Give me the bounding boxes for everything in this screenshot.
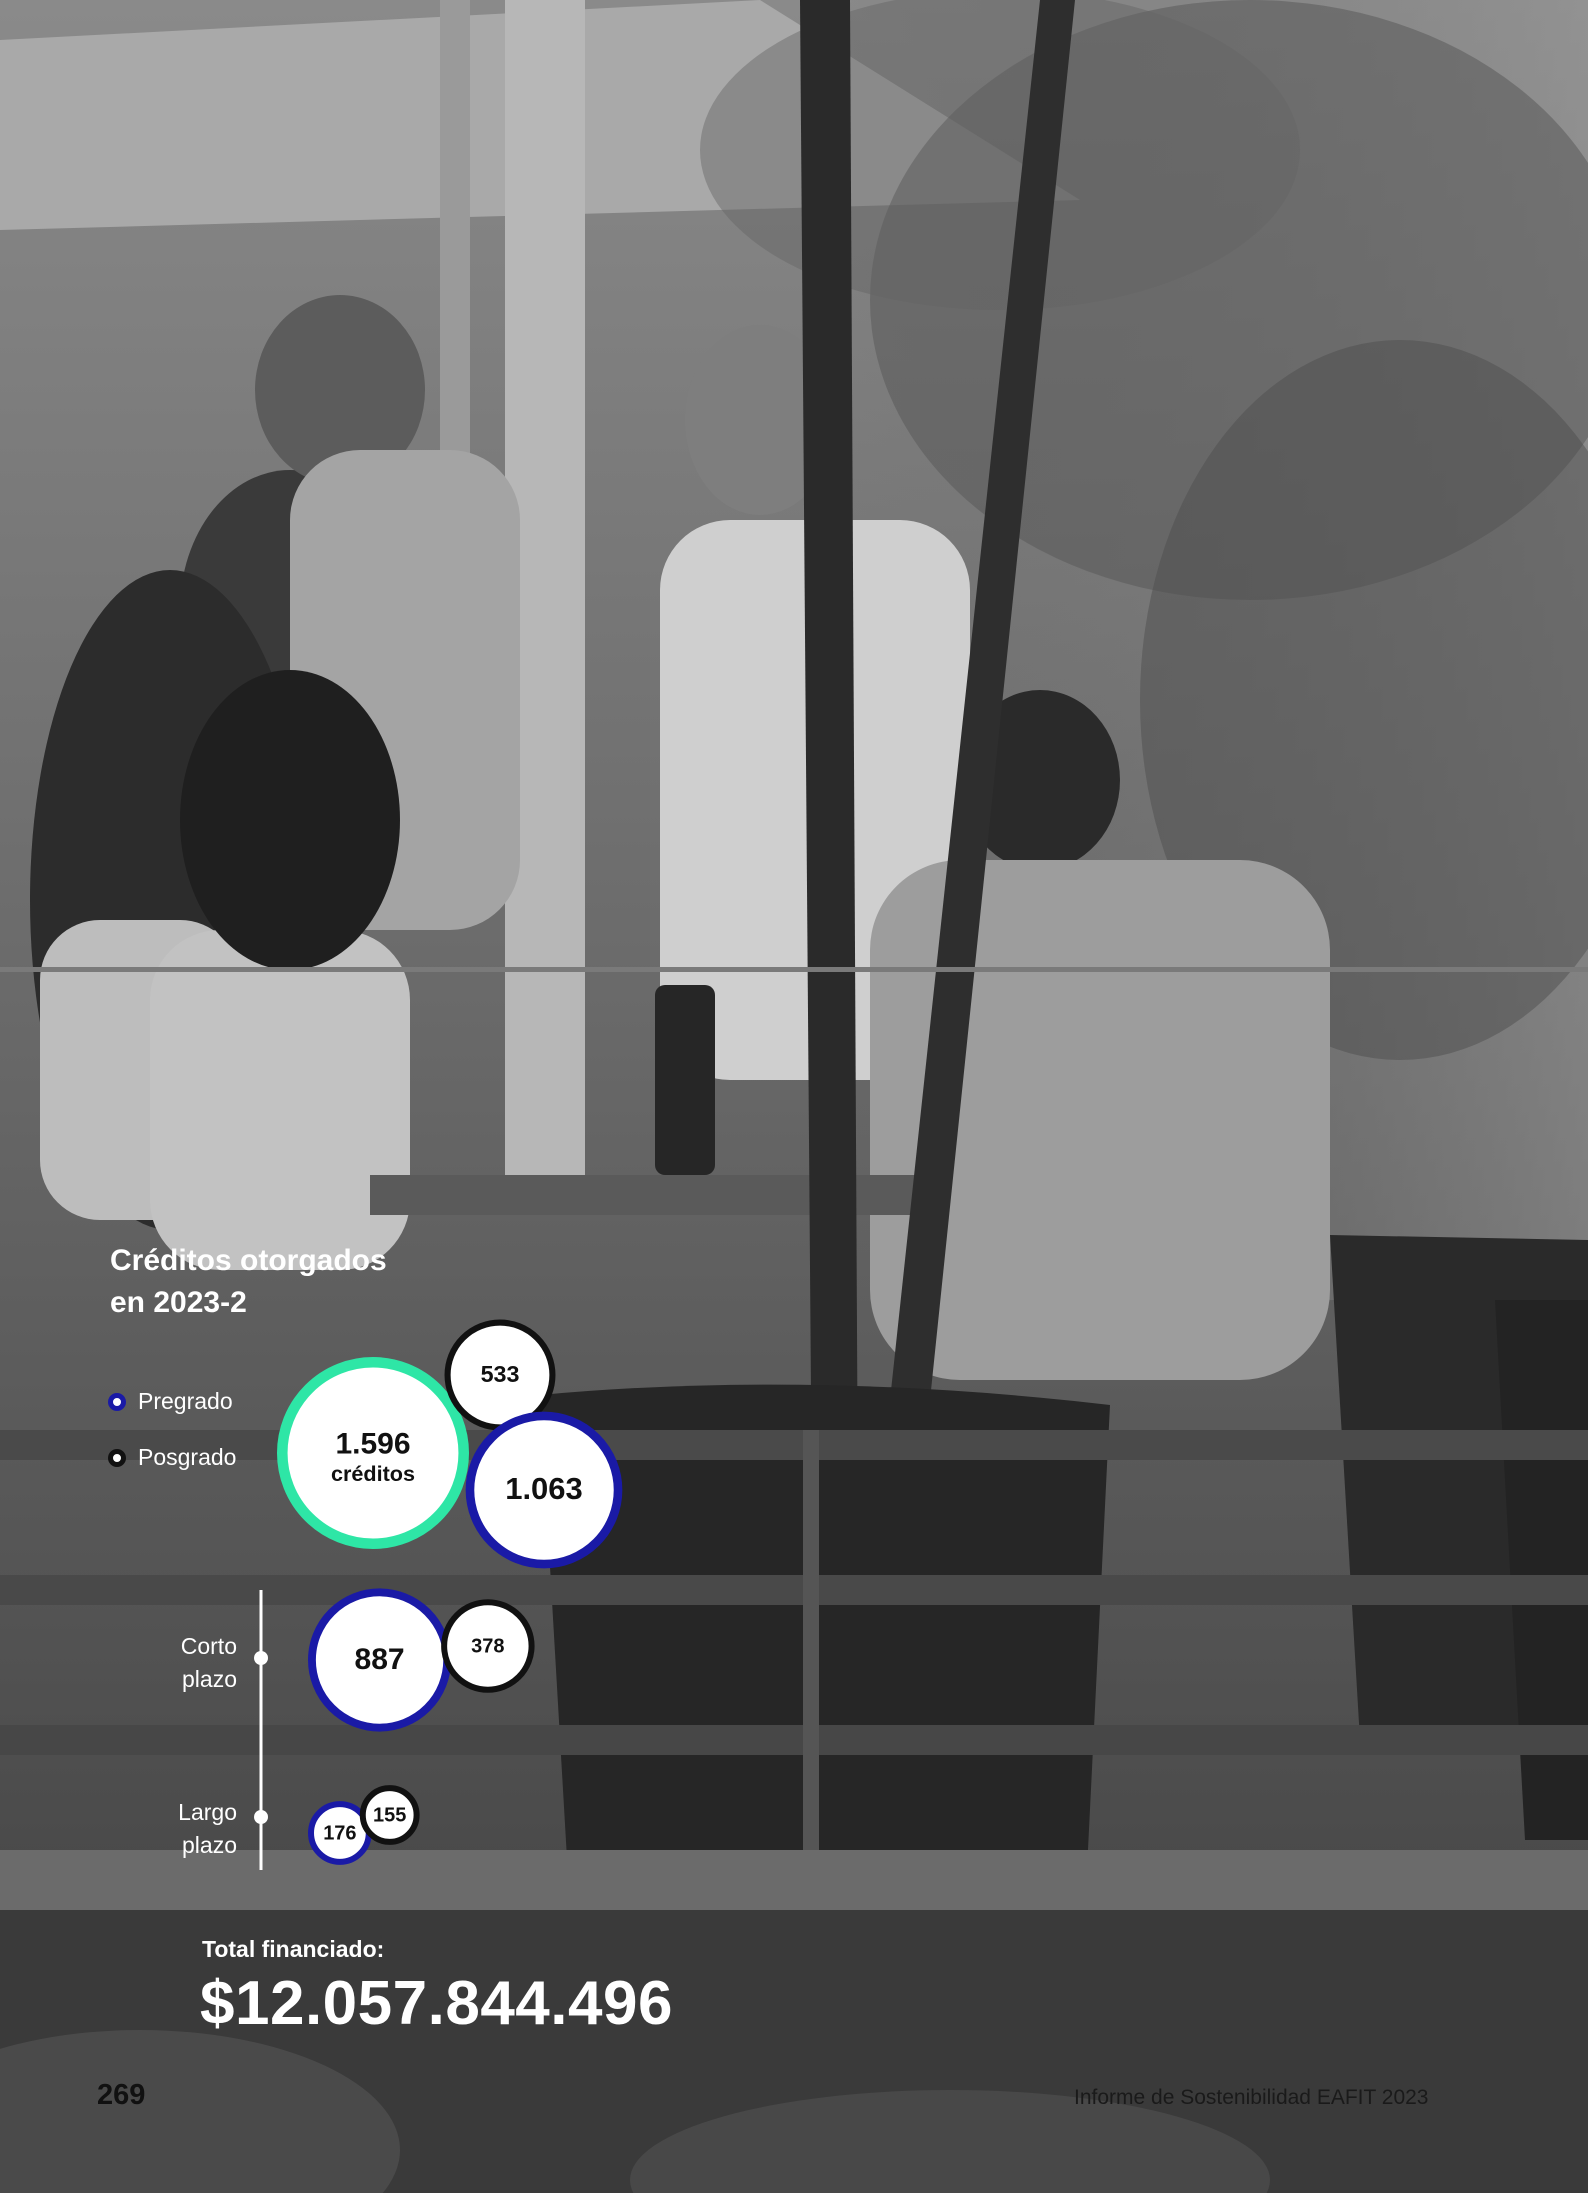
bubble-chart: 1.596créditos 533 1.063 887 378 176 155 xyxy=(276,1319,623,1865)
chart-title-line-1: Créditos otorgados xyxy=(110,1244,387,1277)
largo-plazo-pregrado-value-label: 176 xyxy=(323,1822,356,1844)
total-financed-value: $12.057.844.496 xyxy=(200,1969,673,2038)
posgrado-total-value-label: 533 xyxy=(481,1361,520,1387)
largo-plazo-posgrado-value-label: 155 xyxy=(373,1804,406,1826)
corto-plazo-pregrado-value-label: 887 xyxy=(354,1643,404,1676)
total-creditos-value-label: 1.596 xyxy=(335,1427,410,1460)
page-number: 269 xyxy=(97,2079,146,2111)
pregrado-total-value-label: 1.063 xyxy=(505,1471,583,1506)
report-footer: Informe de Sostenibilidad EAFIT 2023 xyxy=(1074,2086,1429,2109)
corto-plazo-posgrado-value-label: 378 xyxy=(471,1635,504,1657)
total-financed-label: Total financiado: xyxy=(202,1936,385,1962)
total-creditos-sublabel: créditos xyxy=(331,1461,415,1486)
